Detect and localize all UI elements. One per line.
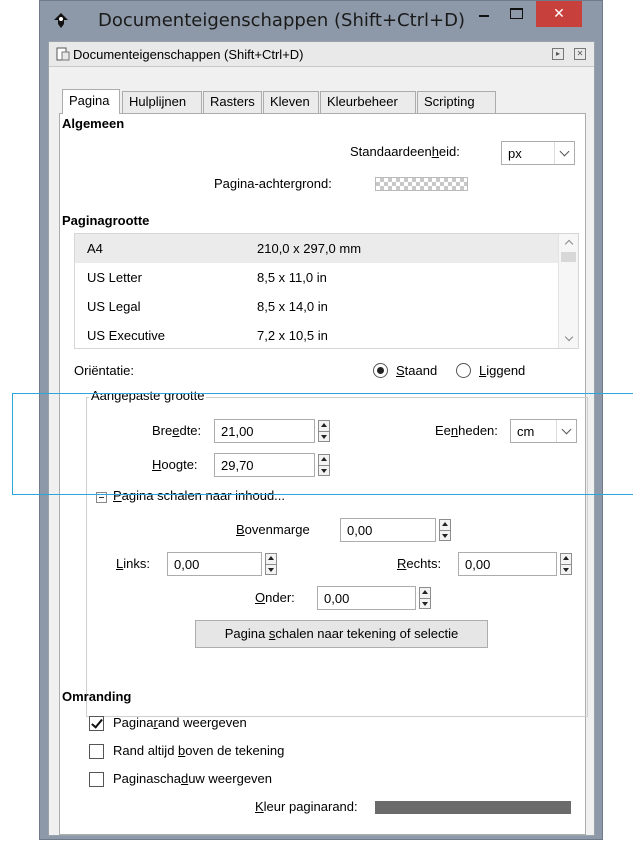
scroll-thumb[interactable] (561, 252, 576, 262)
pagina-tab-panel: Algemeen Standaardeenheid: px Pagina-ach… (59, 113, 588, 835)
chevron-down-icon (554, 142, 574, 164)
units-select[interactable]: cm (510, 419, 577, 443)
inkscape-icon (54, 13, 68, 28)
height-value: 29,70 (221, 458, 254, 473)
section-heading-border: Omranding (62, 689, 132, 704)
scale-to-drawing-button[interactable]: Pagina schalen naar tekening of selectie (195, 620, 488, 648)
width-stepper[interactable] (318, 420, 330, 442)
orientation-label: Oriëntatie: (74, 363, 134, 378)
page-size-name: US Letter (87, 270, 142, 285)
width-value: 21,00 (221, 424, 254, 439)
top-margin-stepper[interactable] (439, 519, 451, 541)
height-input[interactable]: 29,70 (214, 453, 330, 477)
dock-header: Documenteigenschappen (Shift+Ctrl+D) ▸ ✕ (49, 42, 594, 67)
list-item[interactable]: US Executive 7,2 x 10,5 in (75, 321, 559, 348)
page-size-dimensions: 8,5 x 11,0 in (257, 270, 327, 285)
dock-close-icon[interactable]: ✕ (574, 48, 586, 60)
border-on-top-checkbox[interactable] (89, 744, 104, 759)
tab-scripting[interactable]: Scripting (417, 91, 496, 113)
top-margin-label: Bovenmarge (236, 522, 310, 537)
tab-hulplijnen[interactable]: Hulplijnen (122, 91, 202, 113)
portrait-label[interactable]: Staand (396, 363, 437, 378)
page-size-dimensions: 210,0 x 297,0 mm (257, 241, 362, 256)
left-margin-value: 0,00 (174, 557, 200, 572)
dialog-frame: Documenteigenschappen (Shift+Ctrl+D) ▸ ✕… (48, 41, 595, 836)
top-margin-input[interactable]: 0,00 (340, 518, 451, 542)
tab-kleven[interactable]: Kleven (263, 91, 319, 113)
close-button[interactable]: ✕ (536, 1, 582, 27)
page-size-name: A4 (87, 241, 103, 256)
window-titlebar[interactable]: Documenteigenschappen (Shift+Ctrl+D) ✕ (40, 1, 602, 41)
scroll-down-icon[interactable] (559, 331, 578, 348)
page-shadow-label[interactable]: Paginaschaduw weergeven (113, 771, 272, 786)
units-value: cm (517, 424, 535, 439)
right-margin-label: Rechts: (397, 556, 442, 571)
landscape-label[interactable]: Liggend (479, 363, 525, 378)
section-heading-page-size: Paginagrootte (62, 213, 150, 228)
default-unit-select[interactable]: px (501, 141, 575, 165)
page-background-swatch[interactable] (375, 177, 468, 191)
left-margin-label: Links: (116, 556, 150, 571)
collapse-icon[interactable] (96, 492, 107, 503)
right-margin-value: 0,00 (465, 557, 491, 572)
bottom-margin-stepper[interactable] (419, 587, 431, 609)
chevron-down-icon (556, 420, 576, 442)
tab-pagina[interactable]: Pagina (62, 89, 120, 114)
maximize-button[interactable] (502, 1, 530, 27)
page-size-name: US Legal (87, 299, 141, 314)
document-properties-icon (56, 47, 70, 61)
border-color-label: Kleur paginarand: (255, 799, 358, 814)
units-label: Eenheden: (435, 423, 498, 438)
left-margin-stepper[interactable] (265, 553, 277, 575)
bottom-margin-value: 0,00 (324, 591, 350, 606)
border-color-swatch[interactable] (375, 801, 571, 814)
list-item[interactable]: US Legal 8,5 x 14,0 in (75, 292, 559, 321)
height-label: Hoogte: (152, 457, 198, 472)
show-page-border-checkbox[interactable] (89, 716, 104, 731)
height-stepper[interactable] (318, 454, 330, 476)
landscape-radio[interactable] (456, 363, 471, 378)
page-size-name: US Executive (87, 328, 166, 343)
border-on-top-label[interactable]: Rand altijd boven de tekening (113, 743, 284, 758)
tab-kleurbeheer[interactable]: Kleurbeheer (320, 91, 416, 113)
section-heading-general: Algemeen (62, 116, 125, 131)
page-shadow-checkbox[interactable] (89, 772, 104, 787)
width-label: Breedte: (152, 423, 202, 438)
right-margin-stepper[interactable] (560, 553, 572, 575)
tab-rasters[interactable]: Rasters (203, 91, 262, 113)
default-unit-value: px (508, 146, 522, 161)
dock-pin-icon[interactable]: ▸ (552, 48, 564, 60)
custom-size-legend: Aangepaste grootte (89, 388, 207, 403)
minimize-button[interactable] (470, 1, 498, 27)
page-background-label: Pagina-achtergrond: (214, 176, 332, 191)
dock-title: Documenteigenschappen (Shift+Ctrl+D) (73, 47, 304, 62)
window-title: Documenteigenschappen (Shift+Ctrl+D) (98, 10, 466, 31)
list-item[interactable]: US Letter 8,5 x 11,0 in (75, 263, 559, 292)
width-input[interactable]: 21,00 (214, 419, 330, 443)
bottom-margin-label: Onder: (255, 590, 295, 605)
page-size-scrollbar[interactable] (558, 234, 578, 348)
page-size-dimensions: 7,2 x 10,5 in (257, 328, 328, 343)
left-margin-input[interactable]: 0,00 (167, 552, 277, 576)
list-item[interactable]: A4 210,0 x 297,0 mm (75, 234, 559, 263)
page-size-dimensions: 8,5 x 14,0 in (257, 299, 328, 314)
scale-to-content-toggle[interactable]: Pagina schalen naar inhoud... (113, 488, 285, 503)
default-unit-label: Standaardeenheid: (350, 144, 460, 159)
bottom-margin-input[interactable]: 0,00 (317, 586, 431, 610)
right-margin-input[interactable]: 0,00 (458, 552, 572, 576)
top-margin-value: 0,00 (347, 523, 373, 538)
page-size-list[interactable]: A4 210,0 x 297,0 mm US Letter 8,5 x 11,0… (74, 233, 579, 349)
scroll-up-icon[interactable] (559, 234, 578, 251)
document-properties-window: Documenteigenschappen (Shift+Ctrl+D) ✕ D… (39, 0, 603, 840)
show-page-border-label[interactable]: Paginarand weergeven (113, 715, 247, 730)
portrait-radio[interactable] (373, 363, 388, 378)
